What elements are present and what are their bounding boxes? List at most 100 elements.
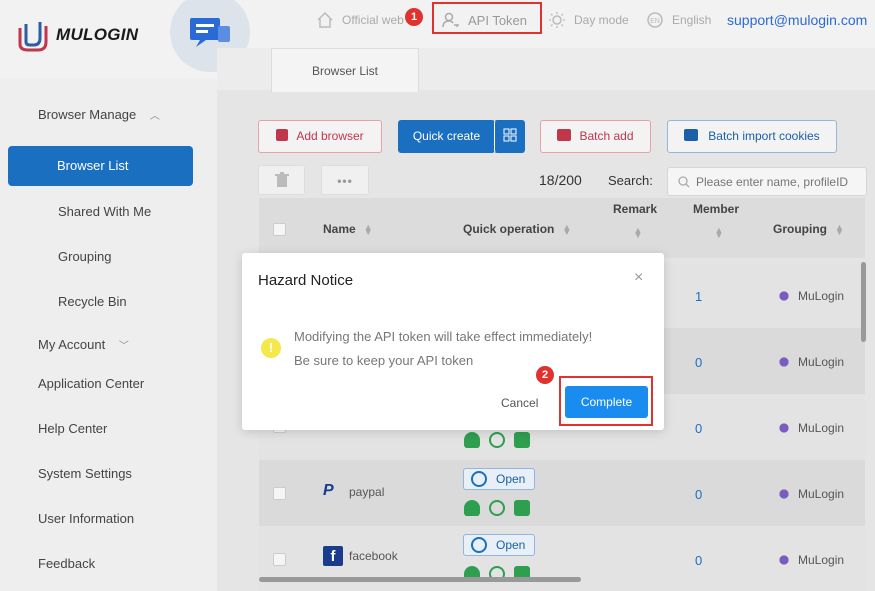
column-member[interactable]: Member ▲ ▼ [693,202,740,240]
step-badge-2: 2 [536,366,554,384]
sun-icon [549,12,565,28]
mulogin-group-icon [775,421,793,435]
grouping-label: MuLogin [798,355,845,369]
search-label: Search: [608,173,653,188]
delete-button[interactable] [258,165,305,195]
step-badge-1: 1 [405,8,423,26]
horizontal-scrollbar[interactable] [259,577,581,582]
trash-icon [274,172,289,187]
mulogin-group-icon [775,487,793,501]
member-count: 0 [695,421,703,436]
import-icon [684,129,699,141]
tab-bar: Browser List [217,48,875,92]
logo[interactable]: MULOGIN [16,18,138,52]
member-count: 0 [695,355,703,370]
fingerprint-icon[interactable] [489,500,505,516]
logo-text: MULOGIN [56,25,139,44]
open-icon [471,537,487,553]
grouping-label: MuLogin [798,421,845,435]
grouping-label: MuLogin [798,289,845,303]
sort-icon: ▲ ▼ [633,225,643,240]
profile-name-cell: f facebook [323,546,398,566]
rocket-icon[interactable] [464,500,480,516]
sidebar-item-feedback[interactable]: Feedback [38,556,95,571]
sidebar-item-my-account[interactable]: My Account ﹀ [38,337,129,352]
row-checkbox[interactable] [273,487,286,500]
official-website-link[interactable]: Official web [316,10,404,30]
profile-name: paypal [349,485,385,499]
language-icon: EN [647,12,663,28]
tab-browser-list[interactable]: Browser List [271,48,419,92]
grouping-cell: MuLogin [775,487,844,501]
column-label: Remark [613,202,658,216]
sidebar-item-recycle-bin[interactable]: Recycle Bin [58,294,127,309]
puzzle-icon[interactable] [514,500,530,516]
table-row[interactable]: P paypal Open 0 MuLogin [259,460,865,526]
search-icon [678,176,690,188]
sidebar-item-shared-with-me[interactable]: Shared With Me [58,204,151,219]
open-button[interactable]: Open [463,468,535,490]
grouping-label: MuLogin [798,553,845,567]
api-token-highlight [432,2,542,34]
puzzle-icon[interactable] [514,432,530,448]
profile-name-cell: P paypal [323,482,384,502]
column-name[interactable]: Name ▲ ▼ [323,222,373,236]
sidebar-item-system-settings[interactable]: System Settings [38,466,132,481]
close-icon[interactable]: × [634,269,643,287]
paypal-icon: P [323,482,334,499]
mulogin-logo-icon [18,22,48,52]
open-button[interactable]: Open [463,534,535,556]
cancel-button[interactable]: Cancel [501,396,538,410]
member-count: 0 [695,553,703,568]
sidebar: Browser Manage ︿ Browser List Shared Wit… [0,78,217,591]
column-remark[interactable]: Remark ▲ ▼ [613,202,658,240]
sort-icon: ▲ ▼ [562,221,572,237]
dialog-message-line1: Modifying the API token will take effect… [294,329,593,344]
column-quick-operation[interactable]: Quick operation ▲ ▼ [463,222,571,236]
vertical-scrollbar[interactable] [861,262,866,342]
select-all-checkbox[interactable] [273,223,286,236]
quick-operation-icons [464,500,530,516]
sidebar-item-help-center[interactable]: Help Center [38,421,107,436]
column-grouping[interactable]: Grouping ▲ ▼ [773,222,844,236]
grouping-cell: MuLogin [775,421,844,435]
quick-operation-icons [464,432,530,448]
fingerprint-icon[interactable] [489,432,505,448]
grouping-cell: MuLogin [775,289,844,303]
sidebar-item-label: My Account [38,337,106,352]
grouping-cell: MuLogin [775,553,844,567]
column-label: Grouping [773,222,827,236]
sidebar-item-grouping[interactable]: Grouping [58,249,111,264]
open-icon [471,471,487,487]
day-mode-toggle[interactable]: Day mode [548,10,629,30]
search-input[interactable] [696,168,866,195]
support-email-link[interactable]: support@mulogin.com [727,10,867,30]
table-header: Name ▲ ▼ Quick operation ▲ ▼ Remark ▲ ▼ Member… [259,198,865,258]
quick-create-grid-button[interactable] [494,120,525,153]
search-field[interactable] [667,167,867,196]
member-count: 1 [695,289,703,304]
mulogin-group-icon [775,289,793,303]
row-checkbox[interactable] [273,553,286,566]
home-icon [317,11,333,28]
sidebar-item-browser-list[interactable]: Browser List [8,146,193,186]
dialog-title: Hazard Notice [258,272,354,289]
profile-name: facebook [349,549,398,563]
quick-create-button[interactable]: Quick create [398,120,495,153]
language-label: English [672,13,712,27]
batch-add-button[interactable]: Batch add [540,120,651,153]
sidebar-item-application-center[interactable]: Application Center [38,376,144,391]
more-button[interactable]: ••• [321,165,369,195]
column-label: Member [693,202,740,216]
add-browser-button[interactable]: Add browser [258,120,382,153]
sidebar-item-user-information[interactable]: User Information [38,511,134,526]
language-selector[interactable]: EN English [646,10,711,30]
browser-count: 18/200 [539,172,582,188]
sort-icon: ▲ ▼ [363,221,373,237]
more-dots-icon: ••• [337,174,353,188]
batch-add-icon [557,129,572,141]
batch-import-cookies-button[interactable]: Batch import cookies [667,120,837,153]
sidebar-item-browser-manage[interactable]: Browser Manage ︿ [38,107,160,122]
chat-icon [190,18,230,47]
rocket-icon[interactable] [464,432,480,448]
